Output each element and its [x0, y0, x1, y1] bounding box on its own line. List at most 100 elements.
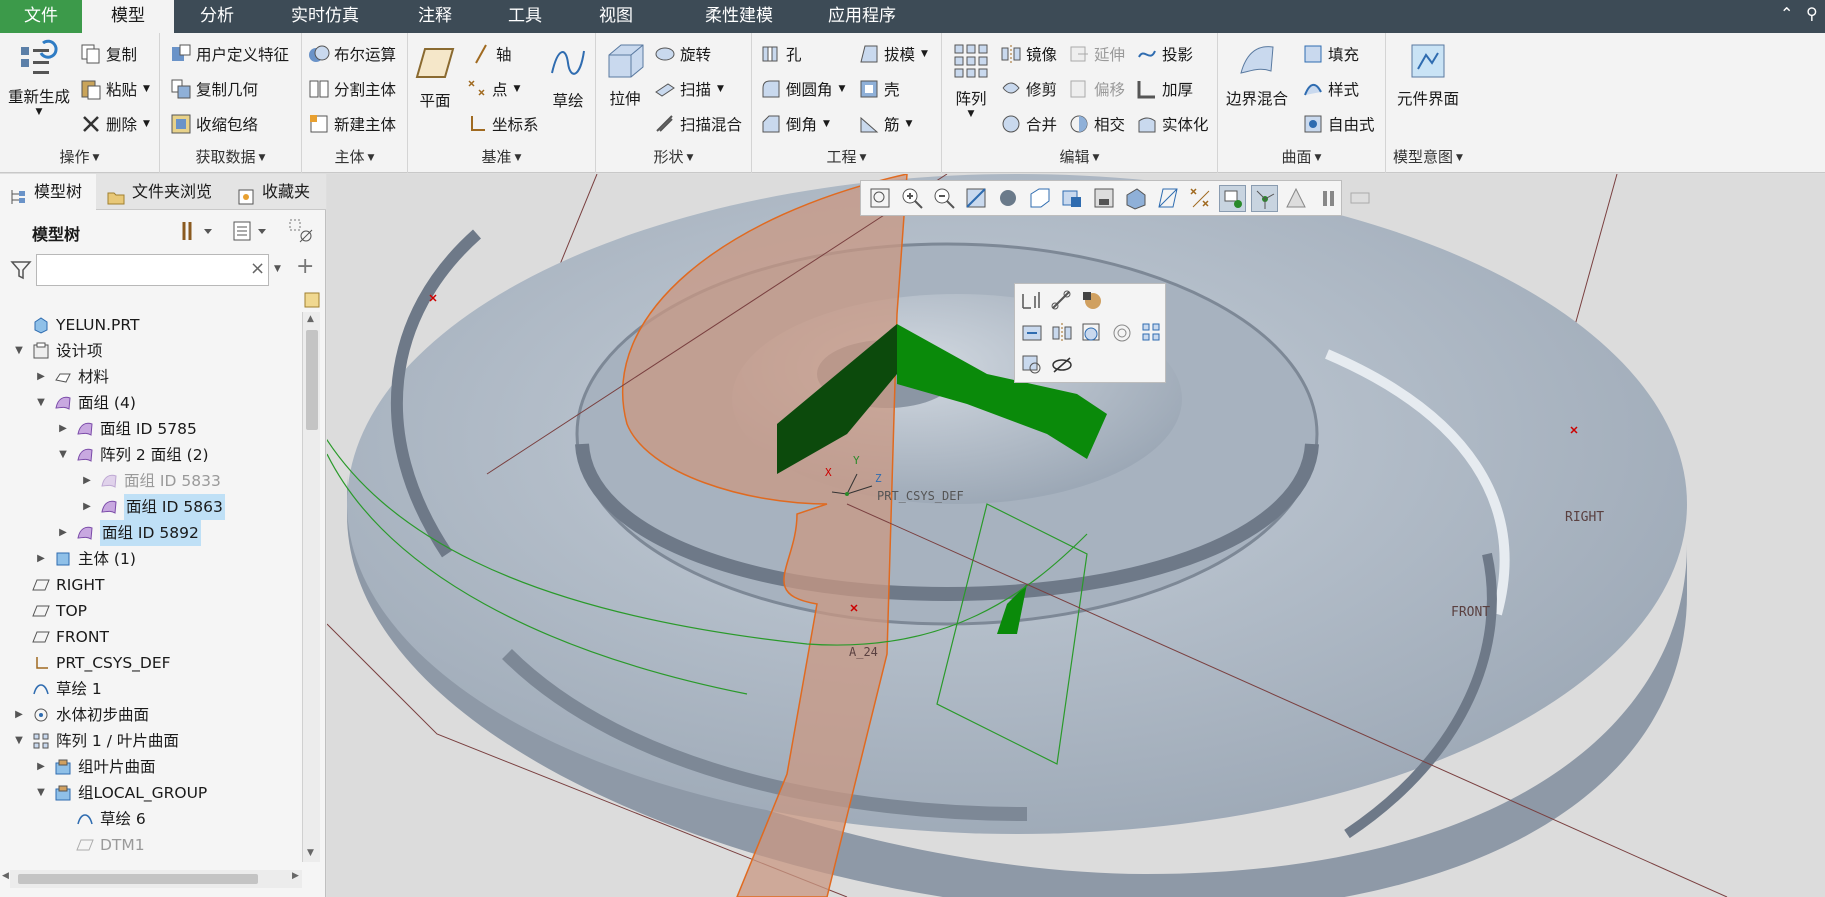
expand-arrow-icon[interactable]: ▶: [34, 546, 48, 572]
tree-node[interactable]: ▶ 面组 ID 5833: [80, 468, 221, 494]
graphics-window[interactable]: PRT_CSYS_DEF X Y Z RIGHT FRONT A_24: [327, 174, 1825, 897]
rib-button[interactable]: 筋 ▼: [858, 111, 912, 137]
expand-arrow-icon[interactable]: ▶: [80, 468, 94, 494]
sketch-button[interactable]: 草绘: [544, 43, 592, 111]
datum-axis-button[interactable]: 轴: [470, 41, 512, 67]
model-tree-horizontal-scrollbar[interactable]: ◀ ▶: [2, 870, 302, 888]
group-label-operations[interactable]: 操作 ▼: [0, 146, 159, 167]
offset-button[interactable]: 偏移: [1068, 76, 1125, 102]
copy-button[interactable]: 复制: [80, 41, 137, 67]
revolve-button[interactable]: 旋转: [654, 41, 711, 67]
tree-node[interactable]: YELUN.PRT: [12, 312, 139, 338]
pattern-feature-icon[interactable]: [1139, 320, 1165, 346]
tab-folder-browser[interactable]: 文件夹浏览: [98, 174, 226, 210]
section-icon[interactable]: [1123, 185, 1150, 212]
datum-display-icon[interactable]: [1155, 185, 1182, 212]
group-label-shapes[interactable]: 形状 ▼: [596, 146, 751, 167]
filter-icon[interactable]: [10, 260, 32, 284]
shrinkwrap-button[interactable]: 收缩包络: [170, 111, 258, 137]
hole-button[interactable]: 孔: [760, 41, 802, 67]
datum-point-button[interactable]: 点 ▼: [466, 76, 520, 102]
component-interface-button[interactable]: 元件界面: [1386, 41, 1470, 109]
swept-blend-button[interactable]: 扫描混合: [654, 111, 742, 137]
saved-orientations-icon[interactable]: [1027, 185, 1054, 212]
tree-node[interactable]: 草绘 7: [56, 858, 146, 862]
chamfer-button[interactable]: 倒角 ▼: [760, 111, 830, 137]
tab-flexible-modeling[interactable]: 柔性建模: [680, 0, 798, 33]
fill-button[interactable]: 填充: [1302, 41, 1359, 67]
boolean-button[interactable]: 布尔运算: [308, 41, 396, 67]
tree-node[interactable]: DTM1: [56, 832, 145, 858]
extend-button[interactable]: 延伸: [1068, 41, 1125, 67]
copy-geometry-button[interactable]: 复制几何: [170, 76, 258, 102]
intersect-button[interactable]: 相交: [1068, 111, 1125, 137]
tree-node[interactable]: ▶ 面组 ID 5892: [56, 520, 201, 546]
perspective-view-icon[interactable]: [1091, 185, 1118, 212]
tree-node[interactable]: TOP: [12, 598, 87, 624]
sweep-button[interactable]: 扫描 ▼: [654, 76, 724, 102]
expand-arrow-icon[interactable]: ▶: [34, 754, 48, 780]
display-style-icon[interactable]: [995, 185, 1022, 212]
mirror-button[interactable]: 镜像: [1000, 41, 1057, 67]
collapse-arrow-icon[interactable]: ▼: [34, 390, 48, 416]
tab-model[interactable]: 模型: [82, 0, 174, 33]
solidify-button[interactable]: 实体化: [1136, 111, 1209, 137]
tab-favorites[interactable]: 收藏夹: [228, 174, 326, 210]
zoom-out-icon[interactable]: [931, 185, 958, 212]
trim-button[interactable]: 修剪: [1000, 76, 1057, 102]
tree-node[interactable]: ▼ 面组 (4): [34, 390, 136, 416]
model-tree-vertical-scrollbar[interactable]: ▲ ▼: [302, 312, 320, 862]
round-button[interactable]: 倒圆角 ▼: [760, 76, 845, 102]
group-label-body[interactable]: 主体 ▼: [302, 146, 407, 167]
tab-analysis[interactable]: 分析: [174, 0, 260, 33]
split-body-button[interactable]: 分割主体: [308, 76, 396, 102]
group-label-engineering[interactable]: 工程 ▼: [752, 146, 941, 167]
shell-button[interactable]: 壳: [858, 76, 900, 102]
tree-settings-icon[interactable]: [180, 220, 214, 246]
udf-button[interactable]: 用户定义特征: [170, 41, 289, 67]
tree-node[interactable]: 草绘 1: [12, 676, 102, 702]
tree-node[interactable]: 草绘 6: [56, 806, 146, 832]
expand-arrow-icon[interactable]: ▶: [12, 702, 26, 728]
tree-node[interactable]: ▼ 阵列 1 / 叶片曲面: [12, 728, 179, 754]
tree-node[interactable]: PRT_CSYS_DEF: [12, 650, 171, 676]
show-menu-icon[interactable]: [232, 220, 272, 246]
tree-node[interactable]: ▶ 面组 ID 5785: [56, 416, 197, 442]
regeneration-status-icon[interactable]: [1347, 185, 1374, 212]
tab-live-simulation[interactable]: 实时仿真: [270, 0, 380, 33]
model-tree-search-input[interactable]: [36, 254, 269, 286]
tree-node[interactable]: ▶ 材料: [34, 364, 109, 390]
tab-file[interactable]: 文件: [0, 0, 82, 33]
mirror-feature-icon[interactable]: [1049, 320, 1075, 346]
scroll-up-icon[interactable]: ▲: [307, 314, 314, 324]
expand-arrow-icon[interactable]: ▶: [56, 416, 70, 442]
freestyle-button[interactable]: 自由式: [1302, 111, 1375, 137]
tree-node[interactable]: ▶ 水体初步曲面: [12, 702, 149, 728]
search-icon[interactable]: ⚲: [1806, 4, 1818, 23]
offset-feature-icon[interactable]: [1109, 320, 1135, 346]
annotation-display-icon[interactable]: [1219, 184, 1246, 212]
collapse-ribbon-icon[interactable]: ⌃: [1780, 4, 1793, 23]
add-filter-icon[interactable]: +: [296, 254, 314, 279]
collapse-arrow-icon[interactable]: ▼: [56, 442, 70, 468]
scroll-thumb[interactable]: [306, 330, 318, 430]
tree-node[interactable]: ▶ 面组 ID 5863: [80, 494, 225, 520]
clear-search-icon[interactable]: ×: [250, 258, 265, 279]
tree-node[interactable]: ▶ 组叶片曲面: [34, 754, 155, 780]
tree-node[interactable]: ▶ 主体 (1): [34, 546, 136, 572]
search-dropdown-icon[interactable]: ▼: [274, 264, 281, 274]
group-label-get-data[interactable]: 获取数据 ▼: [160, 146, 301, 167]
expand-arrow-icon[interactable]: ▶: [80, 494, 94, 520]
pattern-button[interactable]: 阵列 ▼: [944, 41, 998, 119]
tree-filter-toggle-icon[interactable]: [288, 218, 314, 248]
boundary-blend-button[interactable]: 边界混合: [1222, 41, 1292, 109]
trim-feature-icon[interactable]: [1079, 320, 1105, 346]
collapse-arrow-icon[interactable]: ▼: [12, 728, 26, 754]
view-manager-icon[interactable]: [1059, 185, 1086, 212]
appearance-icon[interactable]: [1079, 288, 1105, 314]
datum-points-display-icon[interactable]: [1187, 185, 1214, 212]
group-label-editing[interactable]: 编辑 ▼: [942, 146, 1217, 167]
tab-annotate[interactable]: 注释: [390, 0, 480, 33]
tree-node[interactable]: ▼ 设计项: [12, 338, 102, 364]
tree-node[interactable]: ▼ 阵列 2 面组 (2): [56, 442, 208, 468]
